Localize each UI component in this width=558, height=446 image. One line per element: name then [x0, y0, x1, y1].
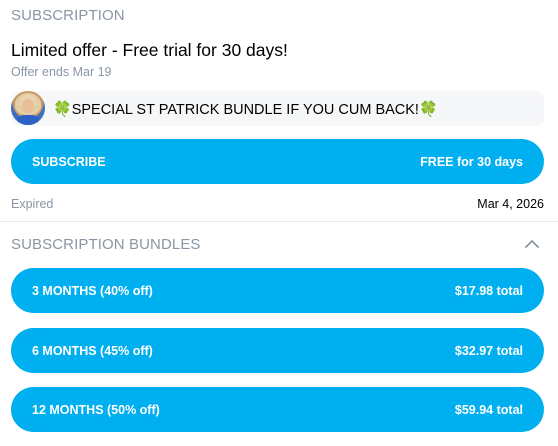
- clover-icon: 🍀: [418, 101, 438, 118]
- bundle-button-12-months[interactable]: 12 MONTHS (50% off) $59.94 total: [11, 387, 544, 432]
- subscribe-button-label: SUBSCRIBE: [32, 154, 106, 169]
- section-divider: [0, 221, 558, 222]
- subscription-status-row: Expired Mar 4, 2026: [11, 197, 544, 213]
- bundle-label: 3 MONTHS (40% off): [32, 283, 153, 298]
- bundle-button-3-months[interactable]: 3 MONTHS (40% off) $17.98 total: [11, 268, 544, 313]
- subscription-section-title: SUBSCRIPTION: [11, 7, 125, 24]
- avatar[interactable]: [11, 91, 45, 125]
- bundle-price: $17.98 total: [454, 283, 523, 298]
- promo-message-text: 🍀SPECIAL ST PATRICK BUNDLE IF YOU CUM BA…: [53, 100, 438, 118]
- promo-message: 🍀SPECIAL ST PATRICK BUNDLE IF YOU CUM BA…: [11, 91, 544, 126]
- status-badge: Expired: [11, 197, 54, 211]
- bundle-price: $32.97 total: [454, 343, 523, 358]
- bundles-section-title: SUBSCRIPTION BUNDLES: [11, 236, 201, 253]
- bundle-label: 6 MONTHS (45% off): [32, 343, 153, 358]
- status-date: Mar 4, 2026: [477, 197, 544, 211]
- bundle-price: $59.94 total: [454, 402, 523, 417]
- bundle-label: 12 MONTHS (50% off): [32, 402, 160, 417]
- offer-ends-text: Offer ends Mar 19: [11, 65, 112, 79]
- promo-message-label: SPECIAL ST PATRICK BUNDLE IF YOU CUM BAC…: [71, 102, 419, 118]
- offer-title: Limited offer - Free trial for 30 days!: [11, 40, 288, 60]
- chevron-up-icon[interactable]: [523, 236, 541, 252]
- subscribe-button-price: FREE for 30 days: [420, 154, 523, 169]
- clover-icon: 🍀: [53, 101, 72, 118]
- subscribe-button[interactable]: SUBSCRIBE FREE for 30 days: [11, 139, 544, 184]
- bundle-button-6-months[interactable]: 6 MONTHS (45% off) $32.97 total: [11, 328, 544, 373]
